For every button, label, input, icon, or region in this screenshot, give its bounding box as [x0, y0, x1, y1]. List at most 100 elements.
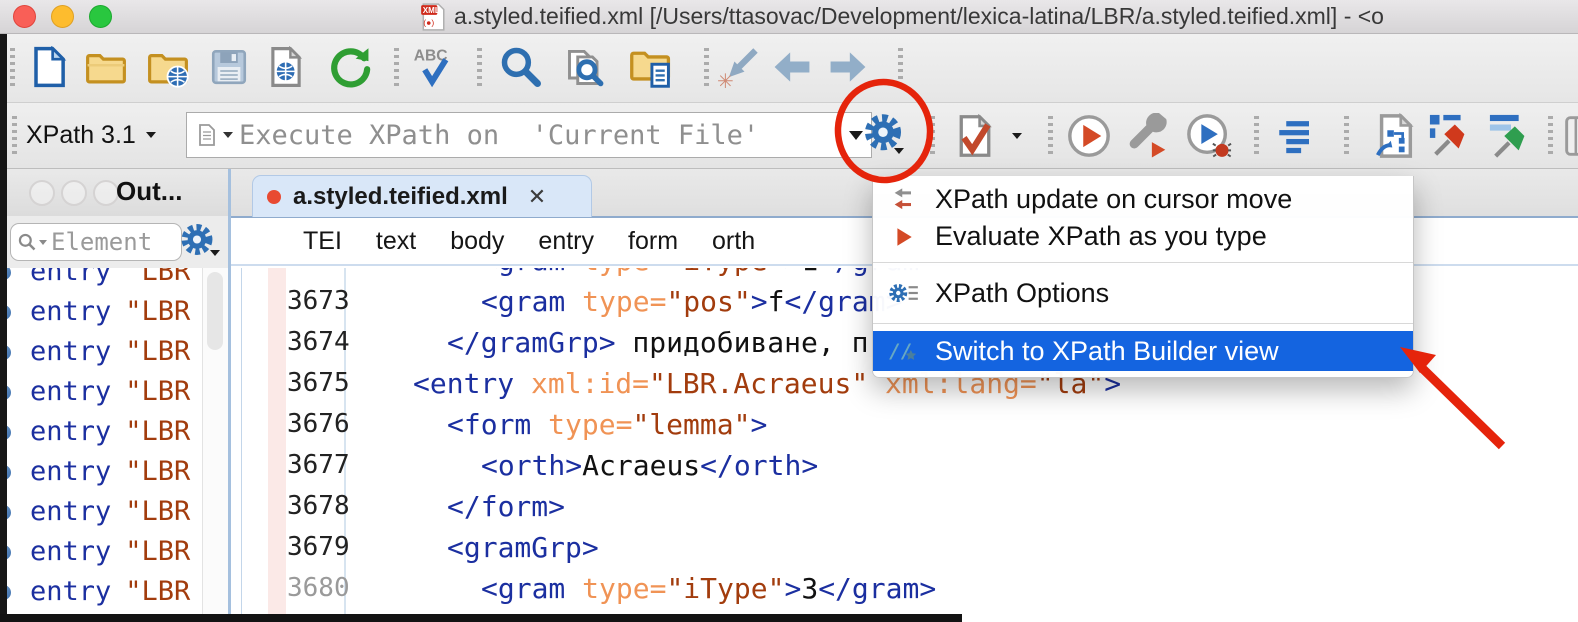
breadcrumb-item-form[interactable]: form: [628, 227, 678, 256]
breadcrumb-item-orth[interactable]: orth: [712, 227, 755, 256]
xpath-builder-icon: //: [887, 338, 921, 364]
open-url-button[interactable]: [145, 39, 191, 95]
line-number: 3673: [287, 281, 339, 322]
svg-text:XML: XML: [423, 6, 440, 15]
validate-dropdown-arrow[interactable]: [1005, 108, 1029, 164]
forward-arrow-icon: [826, 45, 870, 89]
book-icon: [1563, 114, 1578, 158]
code-line-text: <gram type="iType">1</gram>: [351, 268, 936, 281]
debug-transformation-button[interactable]: [1186, 108, 1232, 164]
chevron-down-icon[interactable]: [223, 132, 233, 138]
menu-item-evaluate-xpath-as-you-type[interactable]: Evaluate XPath as you type: [873, 218, 1413, 255]
scrollbar-thumb[interactable]: [207, 272, 223, 350]
outline-entry[interactable]: entry"LBR: [0, 332, 202, 372]
save-button[interactable]: [206, 39, 252, 95]
configure-transformation-button[interactable]: [1126, 108, 1172, 164]
pin-results-button[interactable]: [1488, 108, 1534, 164]
code-line[interactable]: 3677<orth>Acraeus</orth>: [231, 445, 1578, 486]
open-in-browser-button[interactable]: [263, 39, 309, 95]
open-folder-icon: [85, 46, 127, 88]
last-edit-location-button[interactable]: ✳: [716, 39, 762, 95]
code-line[interactable]: 3679<gramGrp>: [231, 527, 1578, 568]
save-floppy-icon: [208, 46, 250, 88]
debug-run-icon: [1186, 113, 1232, 159]
toolbar-grip: [10, 48, 15, 88]
breadcrumb-item-tei[interactable]: TEI: [303, 227, 342, 256]
code-line[interactable]: 3680<gram type="iType">3</gram>: [231, 568, 1578, 609]
gear-lines-icon: [887, 280, 921, 306]
cursor-arrows-icon: [887, 187, 921, 213]
pin-selection-button[interactable]: [1428, 108, 1474, 164]
minimize-window-button[interactable]: [51, 5, 74, 28]
open-file-location-button[interactable]: [628, 39, 674, 95]
forward-button[interactable]: [825, 39, 871, 95]
open-folder-button[interactable]: [83, 39, 129, 95]
find-button[interactable]: [498, 39, 544, 95]
panel-button-icon[interactable]: [29, 180, 55, 206]
spell-check-button[interactable]: ABC: [410, 39, 456, 95]
outline-scrollbar[interactable]: [202, 268, 229, 622]
toolbar-grip: [477, 48, 482, 88]
outline-settings-button[interactable]: [172, 218, 222, 264]
outline-entry[interactable]: entry"LBR: [0, 292, 202, 332]
menu-item-switch-to-xpath-builder-view[interactable]: // Switch to XPath Builder view: [873, 331, 1413, 371]
outline-entry[interactable]: entry"LBR: [0, 372, 202, 412]
line-number: 3678: [287, 486, 339, 527]
menu-item-xpath-update-on-cursor-move[interactable]: XPath update on cursor move: [873, 181, 1413, 218]
close-tab-icon[interactable]: ✕: [528, 184, 546, 210]
code-line[interactable]: 3676 <form type="lemma">: [231, 404, 1578, 445]
close-window-button[interactable]: [13, 5, 36, 28]
code-line[interactable]: 3678</form>: [231, 486, 1578, 527]
outline-entry[interactable]: entry"LBR: [0, 268, 202, 292]
outline-entry[interactable]: entry"LBR: [0, 532, 202, 572]
breadcrumb-item-text[interactable]: text: [376, 227, 416, 256]
outline-entry[interactable]: entry"LBR: [0, 492, 202, 532]
chevron-down-icon[interactable]: [39, 240, 47, 245]
run-icon: [1066, 113, 1112, 159]
outline-search-input[interactable]: [49, 227, 153, 257]
apply-transformation-button[interactable]: [1066, 108, 1112, 164]
application-window: XML (●) a.styled.teified.xml [/Users/tta…: [0, 0, 1578, 622]
window-title: a.styled.teified.xml [/Users/ttasovac/De…: [454, 3, 1384, 30]
panel-button-icon[interactable]: [61, 180, 87, 206]
reload-button[interactable]: [326, 39, 372, 95]
menu-item-xpath-options[interactable]: XPath Options: [873, 270, 1413, 316]
breadcrumb-item-entry[interactable]: entry: [538, 227, 594, 256]
code-line-text: <gram type="pos">f</gram>: [351, 281, 902, 322]
toolbar-grip: [12, 116, 17, 156]
outline-panel-title: Out...: [116, 176, 182, 207]
xpath-version-dropdown[interactable]: XPath 3.1: [26, 103, 156, 167]
help-book-button[interactable]: [1562, 108, 1578, 164]
wrench-icon: [1126, 113, 1172, 159]
code-line-text: <form type="lemma">: [351, 404, 767, 445]
toolbar-grip: [1344, 116, 1349, 156]
zoom-window-button[interactable]: [89, 5, 112, 28]
breadcrumb-item-body[interactable]: body: [450, 227, 504, 256]
find-in-files-icon: [564, 45, 608, 89]
find-replace-in-files-button[interactable]: [563, 39, 609, 95]
xpath-expression-input[interactable]: [237, 119, 845, 152]
outline-panel-header: Out...: [0, 169, 228, 217]
outline-entry[interactable]: entry"LBR: [0, 412, 202, 452]
menu-separator: [873, 262, 1413, 263]
toolbar-grip: [1548, 116, 1553, 156]
xpath-settings-button[interactable]: [860, 106, 906, 162]
back-button[interactable]: [769, 39, 815, 95]
toolbar-grip: [1048, 116, 1053, 156]
format-indent-button[interactable]: [1272, 108, 1318, 164]
line-number: 3676: [287, 404, 339, 445]
spell-check-icon: ABC: [411, 45, 455, 89]
screen-edge: [0, 614, 962, 622]
new-document-button[interactable]: [27, 39, 73, 95]
outline-search-field[interactable]: [10, 223, 182, 261]
screen-edge: [0, 34, 7, 622]
line-number: 3680: [287, 568, 339, 609]
editor-tab[interactable]: a.styled.teified.xml ✕: [252, 175, 592, 217]
xml-refactoring-button[interactable]: [1372, 108, 1418, 164]
modified-indicator-icon: [267, 190, 281, 204]
validate-document-button[interactable]: [952, 108, 998, 164]
outline-entry[interactable]: entry"LBR: [0, 452, 202, 492]
outline-entry[interactable]: entry"LBR: [0, 572, 202, 612]
line-number: 3674: [287, 322, 339, 363]
xpath-expression-combo[interactable]: [186, 112, 872, 158]
